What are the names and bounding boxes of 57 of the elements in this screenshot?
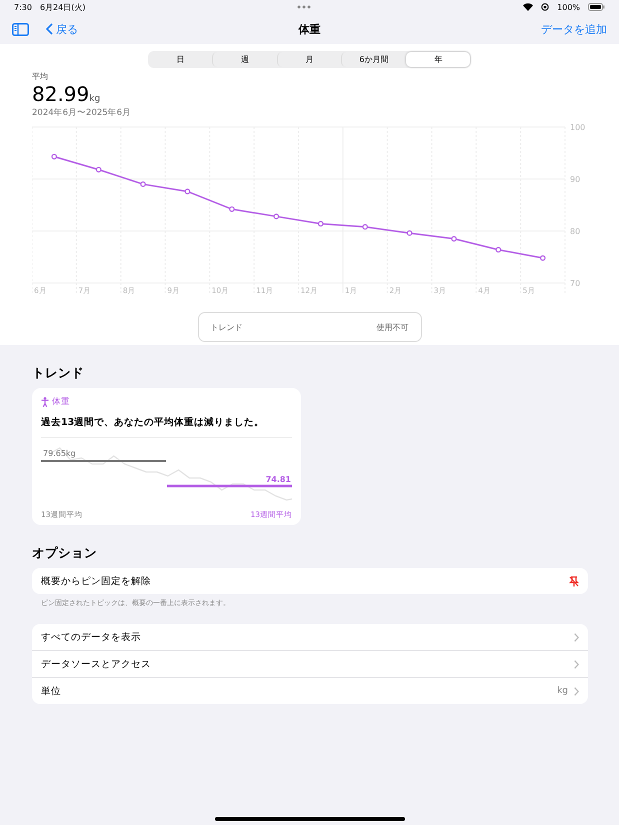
average-value: 82.99 — [32, 82, 90, 106]
segment-tab[interactable]: 月 — [276, 52, 342, 67]
back-button[interactable]: 戻る — [46, 22, 78, 36]
data-point — [318, 220, 324, 227]
chevron-icon — [574, 660, 579, 668]
y-tick-label: 80 — [570, 227, 580, 236]
old-average-value: 79.65kg — [43, 449, 76, 458]
trend-button[interactable]: トレンド 使用不可 — [198, 312, 422, 342]
list-row[interactable]: 単位 kg — [32, 677, 588, 704]
data-point — [540, 255, 546, 261]
add-data-button[interactable]: データを追加 — [541, 22, 607, 36]
chevron-icon — [574, 686, 579, 696]
data-point — [451, 236, 457, 242]
y-tick-label: 90 — [570, 175, 580, 184]
battery-icon — [588, 3, 606, 11]
person-icon — [41, 397, 49, 407]
row-label: 単位 — [41, 684, 61, 698]
row-label: 概要からピン固定を解除 — [41, 574, 151, 588]
orientation-lock-icon — [541, 3, 550, 11]
data-point — [51, 154, 57, 160]
back-chevron-icon[interactable] — [46, 23, 53, 35]
list-row[interactable]: すべてのデータを表示 — [32, 624, 588, 650]
unpin-row[interactable]: 概要からピン固定を解除 — [32, 568, 588, 594]
section-heading: トレンド — [32, 365, 85, 382]
segment-tab[interactable]: 週 — [212, 52, 277, 67]
new-average-value: 74.81 — [266, 475, 291, 484]
data-point — [496, 246, 502, 253]
card-title: 体重 — [52, 396, 70, 408]
unpin-icon — [569, 576, 579, 586]
multitasking-dots-icon[interactable] — [297, 5, 312, 9]
list-row[interactable]: データソースとアクセス — [32, 650, 588, 677]
row-value: kg — [557, 686, 568, 696]
data-point — [140, 181, 146, 187]
row-label: データソースとアクセス — [41, 658, 151, 670]
average-label: 平均 — [32, 71, 49, 82]
data-point — [362, 224, 368, 230]
data-point — [96, 166, 102, 172]
battery-percent: 100% — [557, 2, 580, 12]
chevron-icon — [574, 632, 579, 642]
date-range: 2024年6月〜2025年6月 — [32, 107, 132, 119]
data-point — [184, 188, 190, 194]
wifi-icon — [523, 3, 534, 11]
page-title: 体重 — [298, 22, 320, 36]
data-point — [406, 230, 412, 236]
status-date: 6月24日(火) — [40, 2, 86, 12]
status-time: 7:30 — [14, 2, 32, 12]
segment-tab[interactable]: 年 — [406, 52, 470, 67]
y-tick-label: 100 — [570, 123, 586, 132]
y-tick-label: 70 — [570, 279, 580, 288]
unit-label: kg — [89, 94, 100, 104]
data-point — [273, 214, 280, 220]
row-label: すべてのデータを表示 — [41, 630, 141, 644]
data-point — [229, 206, 235, 212]
sidebar-icon[interactable] — [12, 22, 29, 36]
section-heading: オプション — [32, 545, 98, 562]
trend-message: 過去13週間で、あなたの平均体重は減りました。 — [41, 416, 266, 429]
segment-tab[interactable]: 日 — [149, 52, 212, 67]
